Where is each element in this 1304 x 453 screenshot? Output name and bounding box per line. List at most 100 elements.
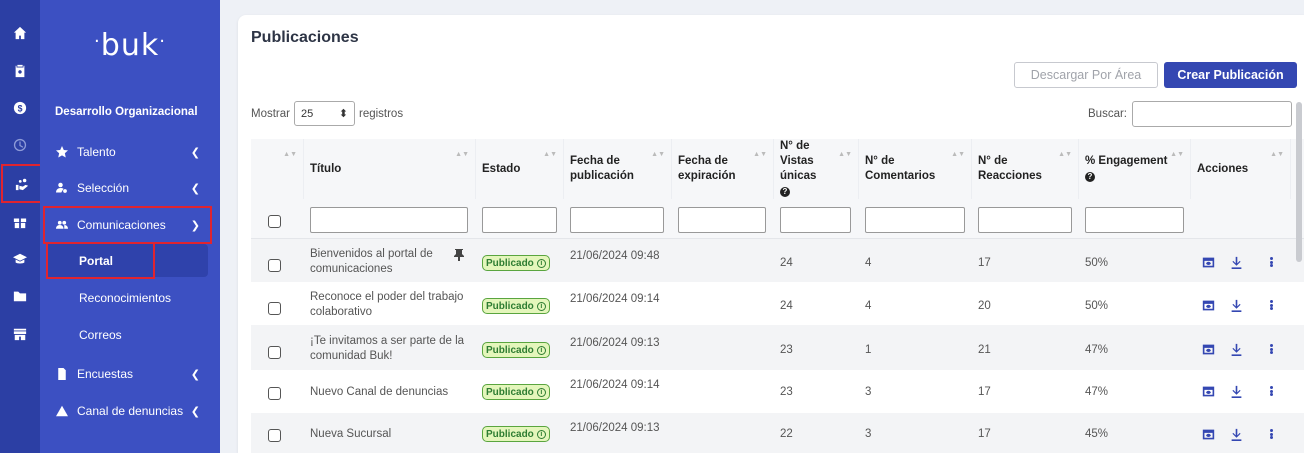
header-vistas[interactable]: N° de Vistas únicas ? ▲▼ xyxy=(774,139,859,199)
sidebar-subitem-portal[interactable]: Portal xyxy=(46,242,155,279)
filter-engagement-input[interactable] xyxy=(1085,207,1184,233)
row-comments: 3 xyxy=(865,428,872,440)
view-icon[interactable] xyxy=(1201,427,1215,441)
document-icon xyxy=(55,368,69,380)
content-card: Publicaciones Descargar Por Área Crear P… xyxy=(238,15,1304,453)
graduation-cap-icon[interactable] xyxy=(0,244,40,274)
home-icon[interactable] xyxy=(0,18,40,48)
store-icon[interactable] xyxy=(0,319,40,349)
more-options-icon[interactable] xyxy=(1268,298,1274,312)
header-comentarios[interactable]: N° de Comentarios ▲▼ xyxy=(859,139,972,199)
page-length-select[interactable]: 25 ⬍ xyxy=(293,101,355,126)
filter-reacciones-input[interactable] xyxy=(978,207,1072,233)
sidebar-subitem-reconocimientos[interactable]: Reconocimientos xyxy=(79,283,219,313)
search-input[interactable] xyxy=(1132,101,1292,127)
page-title: Publicaciones xyxy=(251,29,359,46)
create-publication-button[interactable]: Crear Publicación xyxy=(1164,62,1297,88)
sort-icon: ▲▼ xyxy=(838,151,852,158)
row-title[interactable]: Reconoce el poder del trabajo colaborati… xyxy=(310,290,470,320)
more-options-icon[interactable] xyxy=(1268,384,1274,398)
row-published-date: 21/06/2024 09:13 xyxy=(570,422,660,434)
download-icon[interactable] xyxy=(1229,427,1243,441)
sidebar-item-label: Canal de denuncias xyxy=(77,404,184,418)
row-title[interactable]: Bienvenidos al portal de comunicaciones xyxy=(310,247,440,277)
show-label: Mostrar xyxy=(251,107,290,120)
header-select: ▲▼ xyxy=(251,139,304,199)
sidebar-subitem-correos[interactable]: Correos xyxy=(79,320,219,350)
chevron-left-icon: ❮ xyxy=(190,405,200,418)
more-options-icon[interactable] xyxy=(1268,342,1274,356)
search-label: Buscar: xyxy=(1088,108,1127,120)
view-icon[interactable] xyxy=(1201,255,1215,269)
row-checkbox[interactable] xyxy=(268,429,281,442)
filter-fecha-publicacion-input[interactable] xyxy=(570,207,664,233)
sort-icon: ▲▼ xyxy=(651,151,665,158)
select-all-checkbox[interactable] xyxy=(268,215,281,228)
sidebar-item-seleccion[interactable]: Selección ❮ xyxy=(40,173,220,203)
row-engagement: 50% xyxy=(1085,257,1109,269)
download-icon[interactable] xyxy=(1229,298,1243,312)
chevron-down-icon: ❯ xyxy=(190,219,200,232)
search-control: Buscar: xyxy=(1088,101,1292,127)
user-search-icon xyxy=(55,182,69,194)
filter-estado-input[interactable] xyxy=(482,207,557,233)
sidebar-item-label: Selección xyxy=(77,181,130,195)
sidebar-item-label: Talento xyxy=(77,145,116,159)
sidebar-item-comunicaciones[interactable]: Comunicaciones ❯ xyxy=(43,206,212,244)
download-icon[interactable] xyxy=(1229,342,1243,356)
download-by-area-button[interactable]: Descargar Por Área xyxy=(1014,62,1158,88)
row-checkbox[interactable] xyxy=(268,302,281,315)
sort-icon[interactable]: ▲▼ xyxy=(283,147,297,162)
view-icon[interactable] xyxy=(1201,298,1215,312)
clipboard-icon[interactable] xyxy=(0,56,40,86)
more-options-icon[interactable] xyxy=(1268,427,1274,441)
row-engagement: 45% xyxy=(1085,428,1109,440)
info-icon: i xyxy=(536,301,546,311)
row-checkbox[interactable] xyxy=(268,346,281,359)
dollar-icon[interactable]: $ xyxy=(0,93,40,123)
row-checkbox[interactable] xyxy=(268,387,281,400)
row-published-date: 21/06/2024 09:14 xyxy=(570,293,660,305)
sidebar-item-talento[interactable]: Talento ❮ xyxy=(40,137,220,167)
clock-icon[interactable] xyxy=(0,130,40,160)
filter-comentarios-input[interactable] xyxy=(865,207,965,233)
row-title[interactable]: Nueva Sucursal xyxy=(310,427,391,442)
more-options-icon[interactable] xyxy=(1268,255,1274,269)
sidebar-item-encuestas[interactable]: Encuestas ❮ xyxy=(40,359,220,389)
scrollbar[interactable] xyxy=(1296,102,1302,262)
row-comments: 4 xyxy=(865,300,872,312)
warning-icon xyxy=(55,405,69,417)
chevron-left-icon: ❮ xyxy=(190,182,200,195)
row-title[interactable]: ¡Te invitamos a ser parte de la comunida… xyxy=(310,334,472,364)
table-row: Bienvenidos al portal de comunicaciones … xyxy=(251,239,1304,282)
sort-icon: ▲▼ xyxy=(951,151,965,158)
download-icon[interactable] xyxy=(1229,255,1243,269)
row-checkbox[interactable] xyxy=(268,259,281,272)
row-views: 24 xyxy=(780,300,793,312)
header-reacciones[interactable]: N° de Reacciones ▲▼ xyxy=(972,139,1079,199)
header-engagement[interactable]: % Engagement? ▲▼ xyxy=(1079,139,1191,199)
header-fecha-expiracion[interactable]: Fecha de expiración ▲▼ xyxy=(672,139,774,199)
hand-people-icon[interactable] xyxy=(1,164,42,203)
row-title[interactable]: Nuevo Canal de denuncias xyxy=(310,385,448,400)
view-icon[interactable] xyxy=(1201,384,1215,398)
sidebar-item-label: Encuestas xyxy=(77,367,134,381)
sidebar-item-canal-denuncias[interactable]: Canal de denuncias ❮ xyxy=(40,396,220,426)
filter-fecha-expiracion-input[interactable] xyxy=(678,207,766,233)
table-row: Nuevo Canal de denuncias Publicado i 21/0… xyxy=(251,370,1304,413)
header-fecha-publicacion[interactable]: Fecha de publicación ▲▼ xyxy=(564,139,672,199)
filter-titulo-input[interactable] xyxy=(310,207,468,233)
row-views: 23 xyxy=(780,344,793,356)
download-icon[interactable] xyxy=(1229,384,1243,398)
header-estado[interactable]: Estado ▲▼ xyxy=(476,139,564,199)
row-reactions: 20 xyxy=(978,300,991,312)
gift-icon[interactable] xyxy=(0,207,40,237)
row-comments: 1 xyxy=(865,344,872,356)
folder-icon[interactable] xyxy=(0,281,40,311)
buk-logo[interactable]: ·buk· xyxy=(40,28,220,63)
filter-vistas-input[interactable] xyxy=(780,207,851,233)
row-engagement: 47% xyxy=(1085,386,1109,398)
header-titulo[interactable]: Título ▲▼ xyxy=(304,139,476,199)
table-row: Nueva Sucursal Publicado i 21/06/2024 09:… xyxy=(251,413,1304,453)
view-icon[interactable] xyxy=(1201,342,1215,356)
